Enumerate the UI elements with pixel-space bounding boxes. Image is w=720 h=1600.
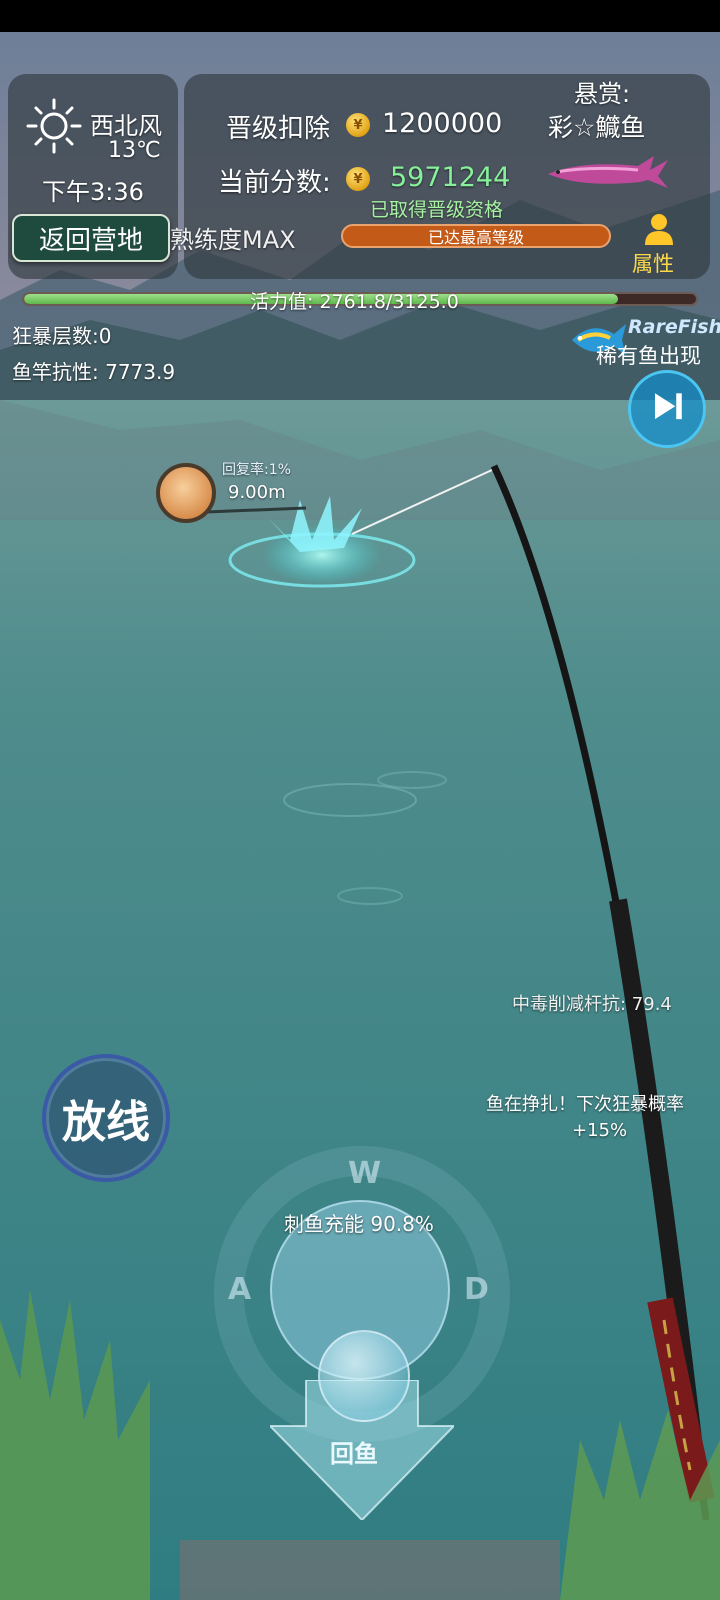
current-score-label: 当前分数: xyxy=(218,168,331,198)
struggle-note: 鱼在挣扎！下次狂暴概率 xyxy=(486,1094,684,1115)
bounty-fish-name: 彩☆鱵鱼 xyxy=(548,113,646,142)
strike-charge-text: 刺鱼充能 90.8% xyxy=(284,1212,434,1236)
bounty-fish-icon xyxy=(548,156,668,188)
recover-rate: 回复率:1% xyxy=(222,462,291,478)
stamina-text: 活力值: 2761.8/3125.0 xyxy=(250,291,459,313)
rare-fish-cn: 稀有鱼出现 xyxy=(596,344,701,368)
bounty-label: 悬赏: xyxy=(574,80,631,108)
release-line-label: 放线 xyxy=(62,1097,150,1148)
poison-note: 中毒削减杆抗: 79.4 xyxy=(512,994,672,1015)
coin-icon: ¥ xyxy=(346,113,370,137)
current-score-value: 5971244 xyxy=(390,162,511,193)
float-indicator xyxy=(156,463,216,523)
skip-icon xyxy=(655,393,682,420)
person-icon xyxy=(645,214,673,245)
struggle-percent: +15% xyxy=(572,1120,628,1141)
rare-fish-badge: RareFish 稀有鱼出现 xyxy=(568,316,720,368)
key-d-label: D xyxy=(464,1272,489,1307)
reel-in-label: 回鱼 xyxy=(330,1440,378,1468)
release-line-button[interactable]: 放线 xyxy=(42,1054,170,1182)
key-w-label: W xyxy=(348,1156,382,1191)
rage-stacks: 狂暴层数:0 xyxy=(12,324,112,348)
key-a-label: A xyxy=(228,1272,252,1307)
status-bar xyxy=(0,0,720,32)
return-camp-button[interactable]: 返回营地 xyxy=(12,214,170,262)
skip-button[interactable] xyxy=(628,370,706,448)
joystick-knob[interactable] xyxy=(318,1330,410,1422)
game-time: 下午3:36 xyxy=(42,178,144,206)
proficiency-label: 熟练度MAX xyxy=(170,226,296,254)
coin-icon: ¥ xyxy=(346,167,370,191)
line-distance: 9.00m xyxy=(228,482,286,503)
level-status-text: 已达最高等级 xyxy=(427,228,524,247)
attributes-label: 属性 xyxy=(632,252,674,276)
level-progress-bar: 已达最高等级 xyxy=(341,224,611,248)
wind-direction: 西北风 xyxy=(90,112,162,140)
sun-icon xyxy=(26,98,82,154)
temperature: 13℃ xyxy=(108,138,161,163)
qualified-status: 已取得晋级资格 xyxy=(370,199,504,221)
attributes-button[interactable]: 属性 xyxy=(628,212,688,276)
rare-fish-en: RareFish xyxy=(628,316,720,338)
rod-resistance: 鱼竿抗性: 7773.9 xyxy=(12,360,176,384)
upgrade-deduct-label: 晋级扣除 xyxy=(226,114,331,144)
upgrade-deduct-value: 1200000 xyxy=(382,108,503,139)
